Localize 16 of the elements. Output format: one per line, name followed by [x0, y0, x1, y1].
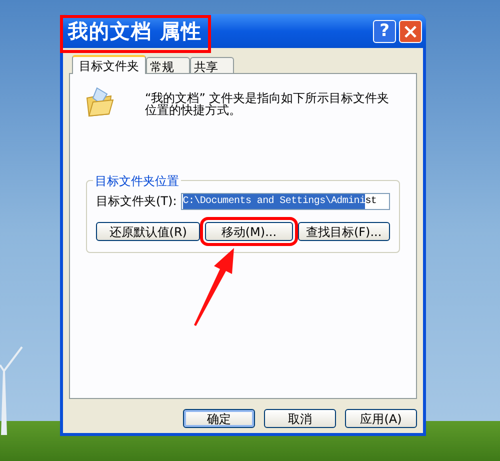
help-button[interactable]: ? — [373, 20, 396, 42]
description-text: “我的文档” 文件夹是指向如下所示目标文件夹位置的快捷方式。 — [145, 92, 390, 118]
dialog-button[interactable]: 确定 — [183, 409, 255, 428]
field-label: 目标文件夹(T): — [96, 193, 177, 210]
close-button[interactable]: × — [399, 20, 422, 42]
dialog-button[interactable]: 应用(A) — [345, 409, 417, 428]
dialog-button[interactable]: 取消 — [264, 409, 336, 428]
target-path-field[interactable]: C:\Documents and Settings\Administ — [180, 192, 390, 210]
tab[interactable]: 常规 — [146, 57, 190, 73]
group-legend: 目标文件夹位置 — [93, 172, 181, 190]
tab[interactable]: 共享 — [190, 57, 234, 73]
action-button[interactable]: 还原默认值(R) — [96, 222, 200, 241]
tab[interactable]: 目标文件夹 — [72, 55, 146, 74]
window-title: 我的文档 属性 — [68, 18, 202, 45]
action-button[interactable]: 查找目标(F)... — [298, 222, 390, 241]
folder-icon — [85, 86, 115, 118]
